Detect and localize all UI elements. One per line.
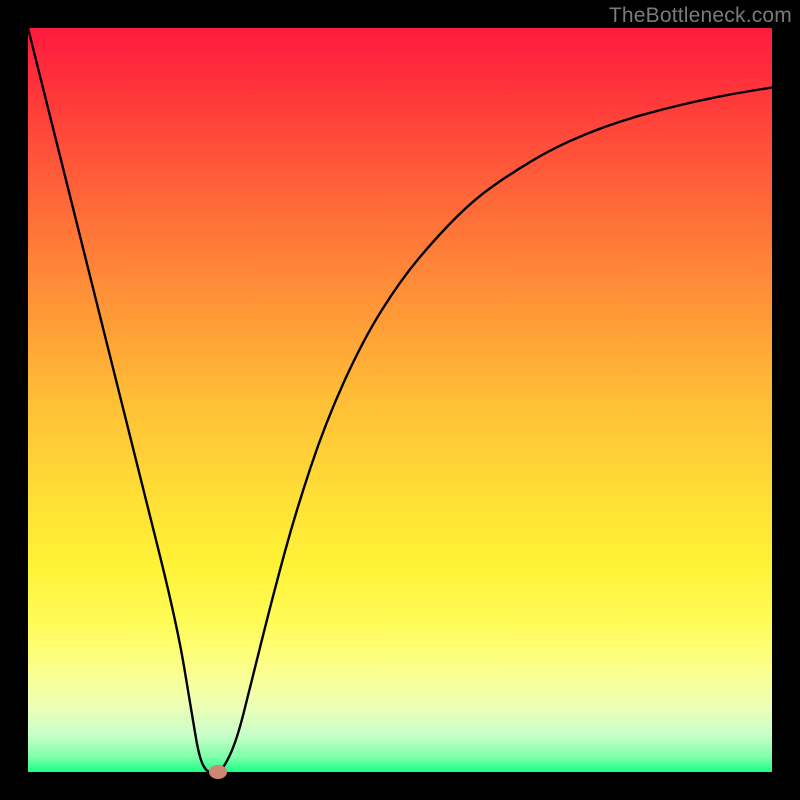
plot-area bbox=[28, 28, 772, 772]
chart-frame: TheBottleneck.com bbox=[0, 0, 800, 800]
optimal-point-marker bbox=[209, 765, 227, 779]
bottleneck-curve bbox=[28, 28, 772, 772]
watermark-text: TheBottleneck.com bbox=[609, 4, 792, 28]
curve-layer bbox=[28, 28, 772, 772]
